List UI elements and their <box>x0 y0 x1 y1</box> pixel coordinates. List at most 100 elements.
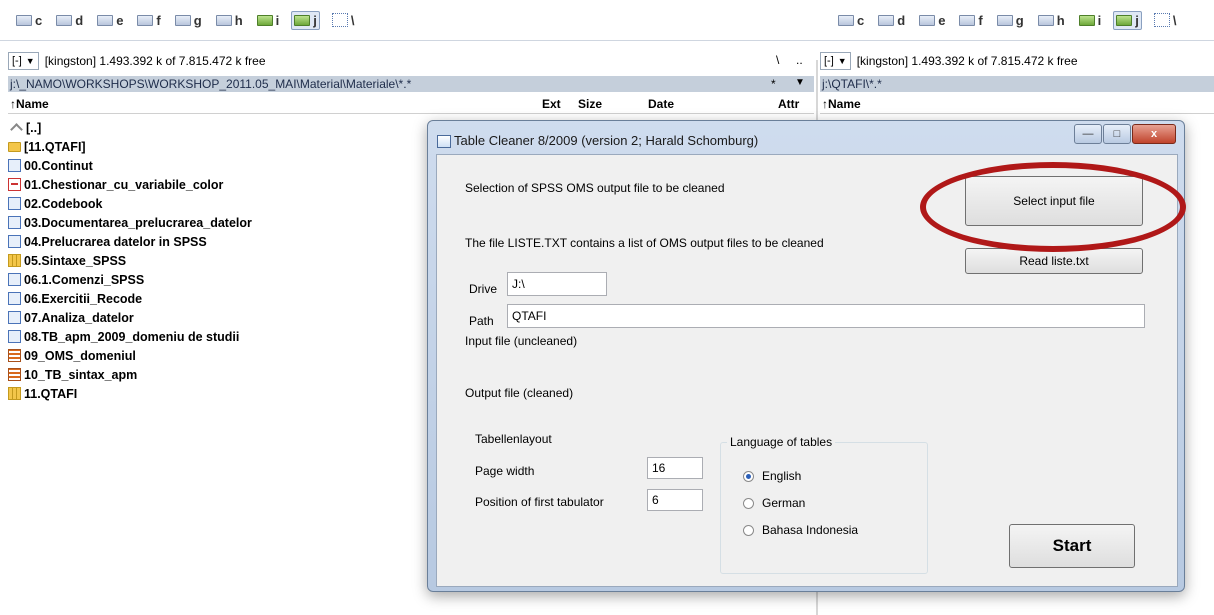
file-name: 01.Chestionar_cu_variabile_color <box>24 177 224 192</box>
left-nav-root-button[interactable]: \ <box>776 53 779 67</box>
left-drive-bar: c d e f g h i j \ <box>0 0 460 40</box>
list-item[interactable]: 06.Exercitii_Recode <box>8 289 418 308</box>
list-item[interactable]: 09_OMS_domeniul <box>8 346 418 365</box>
drive-e-button[interactable]: e <box>95 12 125 29</box>
chevron-down-icon: ▼ <box>837 56 847 66</box>
network-icon <box>331 13 348 27</box>
radio-english[interactable]: English <box>743 469 801 483</box>
disk-icon <box>16 14 32 26</box>
file-name: 03.Documentarea_prelucrarea_datelor <box>24 215 252 230</box>
first-tabulator-field[interactable]: 6 <box>647 489 703 511</box>
left-nav-up-button[interactable]: .. <box>796 53 803 67</box>
list-item[interactable]: [..] <box>8 118 418 137</box>
drive-g-button[interactable]: g <box>173 12 204 29</box>
drive-i-button[interactable]: i <box>1077 12 1104 29</box>
right-path-bar[interactable]: j:\QTAFI\*.* <box>820 76 1214 92</box>
maximize-icon: □ <box>1113 128 1121 140</box>
history-dropdown-button[interactable]: ▼ <box>795 77 805 88</box>
select-input-file-button[interactable]: Select input file <box>965 176 1143 226</box>
disk-icon <box>174 14 191 26</box>
toolbar-separator <box>0 40 1214 41</box>
drive-d-button[interactable]: d <box>54 12 85 29</box>
list-item[interactable]: 10_TB_sintax_apm <box>8 365 418 384</box>
minimize-icon: — <box>1082 128 1094 140</box>
dialog-title: Table Cleaner 8/2009 (version 2; Harald … <box>454 133 759 148</box>
column-attr-header[interactable]: Attr <box>778 97 799 111</box>
drive-e-button[interactable]: e <box>917 12 947 29</box>
drive-c-button[interactable]: c <box>836 12 866 29</box>
usb-drive-icon <box>1078 14 1095 26</box>
column-name-header[interactable]: ↑Name <box>822 97 861 111</box>
drive-field[interactable]: J:\ <box>507 272 607 296</box>
list-item[interactable]: 07.Analiza_datelor <box>8 308 418 327</box>
file-name: 11.QTAFI <box>24 386 78 401</box>
list-item[interactable]: 06.1.Comenzi_SPSS <box>8 270 418 289</box>
drive-j-button[interactable]: j <box>291 10 320 30</box>
drive-root-button[interactable]: \ <box>1152 12 1179 29</box>
path-label: Path <box>469 314 494 328</box>
file-name: 09_OMS_domeniul <box>24 348 136 363</box>
right-view-combo[interactable]: [-] ▼ <box>820 52 851 70</box>
word-icon <box>8 292 21 305</box>
read-liste-button[interactable]: Read liste.txt <box>965 248 1143 274</box>
list-item[interactable]: 00.Continut <box>8 156 418 175</box>
radio-selected-icon <box>743 470 754 482</box>
list-item[interactable]: 08.TB_apm_2009_domeniu de studii <box>8 327 418 346</box>
disk-icon <box>1037 14 1054 26</box>
list-item[interactable]: 02.Codebook <box>8 194 418 213</box>
list-item[interactable]: 05.Sintaxe_SPSS <box>8 251 418 270</box>
drive-letter: i <box>275 12 280 28</box>
usb-drive-icon <box>294 14 311 26</box>
right-column-header: ↑Name <box>820 96 1214 114</box>
column-size-header[interactable]: Size <box>578 97 602 111</box>
column-date-header[interactable]: Date <box>648 97 674 111</box>
file-name: 02.Codebook <box>24 196 103 211</box>
left-drive-info-row: [-] ▼ [kingston] 1.493.392 k of 7.815.472… <box>8 50 808 72</box>
drive-c-button[interactable]: c <box>14 12 44 29</box>
drive-j-button[interactable]: j <box>1113 10 1142 30</box>
right-drive-info-row: [-] ▼ [kingston] 1.493.392 k of 7.815.472… <box>820 50 1214 72</box>
start-button[interactable]: Start <box>1009 524 1135 568</box>
maximize-button[interactable]: □ <box>1103 124 1131 144</box>
grid-icon <box>8 387 21 400</box>
file-name: 08.TB_apm_2009_domeniu de studii <box>24 329 240 344</box>
list-item[interactable]: 03.Documentarea_prelucrarea_datelor <box>8 213 418 232</box>
file-name: 06.Exercitii_Recode <box>24 291 143 306</box>
page-width-label: Page width <box>475 464 535 478</box>
radio-bahasa-indonesia[interactable]: Bahasa Indonesia <box>743 523 858 537</box>
list-item[interactable]: 01.Chestionar_cu_variabile_color <box>8 175 418 194</box>
radio-german[interactable]: German <box>743 496 805 510</box>
drive-letter: c <box>35 12 43 28</box>
pdf-icon <box>8 178 21 191</box>
drive-f-button[interactable]: f <box>135 12 162 29</box>
drive-i-button[interactable]: i <box>255 12 282 29</box>
drive-g-button[interactable]: g <box>995 12 1026 29</box>
word-icon <box>8 235 21 248</box>
minimize-button[interactable]: — <box>1074 124 1102 144</box>
filter-star-button[interactable]: * <box>771 77 776 91</box>
close-button[interactable]: x <box>1132 124 1176 144</box>
drive-h-button[interactable]: h <box>214 12 245 29</box>
left-path-bar[interactable]: j:\_NAMO\WORKSHOPS\WORKSHOP_2011.05_MAI\… <box>8 76 814 92</box>
list-item[interactable]: [11.QTAFI] <box>8 137 418 156</box>
column-name-header[interactable]: ↑Name <box>10 97 49 111</box>
drive-letter: g <box>1015 12 1024 28</box>
left-view-combo[interactable]: [-] ▼ <box>8 52 39 70</box>
drive-root-button[interactable]: \ <box>330 12 357 29</box>
drive-f-button[interactable]: f <box>957 12 984 29</box>
page-width-field[interactable]: 16 <box>647 457 703 479</box>
list-item[interactable]: 11.QTAFI <box>8 384 418 403</box>
disk-icon <box>97 14 114 26</box>
radio-label: English <box>762 469 802 483</box>
list-item[interactable]: 04.Prelucrarea datelor in SPSS <box>8 232 418 251</box>
column-ext-header[interactable]: Ext <box>542 97 561 111</box>
file-name: [..] <box>26 120 42 135</box>
path-field[interactable]: QTAFI <box>507 304 1145 328</box>
drive-h-button[interactable]: h <box>1036 12 1067 29</box>
drive-d-button[interactable]: d <box>876 12 907 29</box>
disk-icon <box>919 14 936 26</box>
drive-letter: j <box>313 12 317 28</box>
drive-letter: h <box>1056 12 1065 28</box>
radio-label: German <box>762 496 806 510</box>
dialog-client-area: Selection of SPSS OMS output file to be … <box>436 154 1178 587</box>
